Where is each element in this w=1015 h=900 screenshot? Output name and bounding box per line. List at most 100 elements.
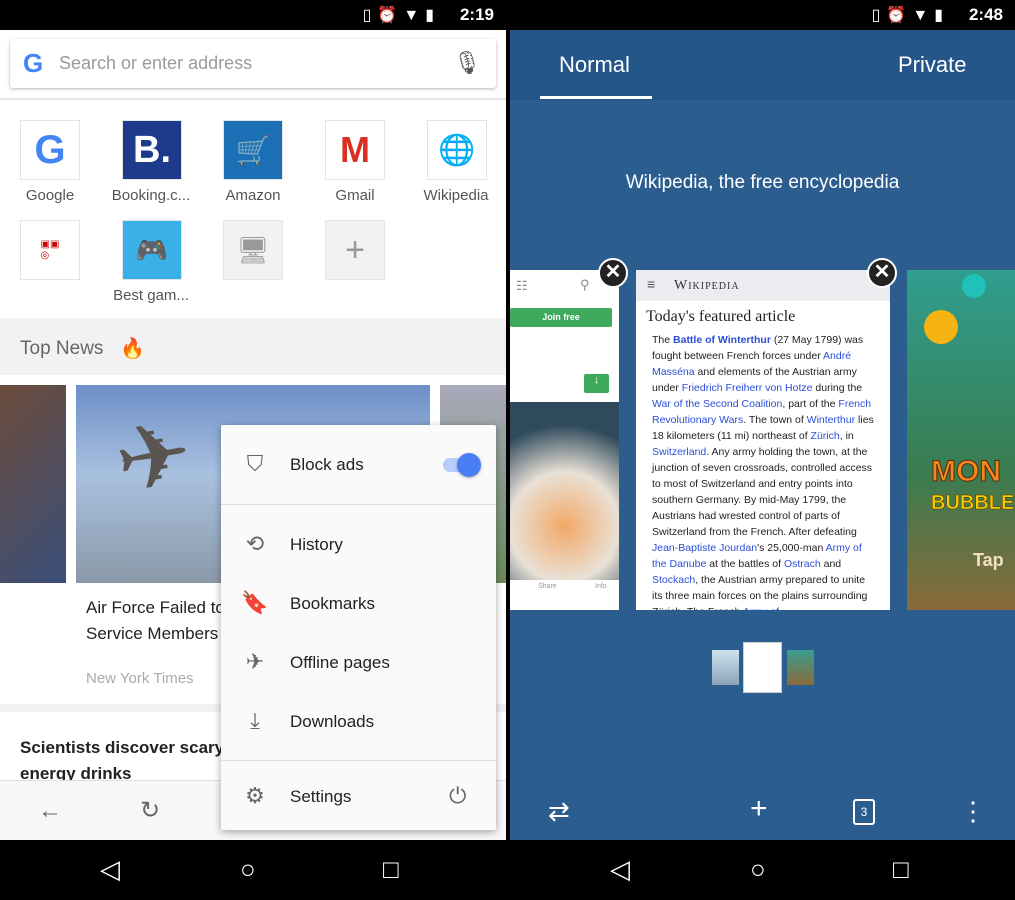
game-subtitle: BUBBLE bbox=[931, 492, 1015, 515]
shortcut-wikipedia[interactable]: 🌐 bbox=[427, 120, 487, 180]
share-label: Share bbox=[538, 583, 557, 590]
article-link[interactable]: Friedrich Freiherr von Hotze bbox=[682, 382, 813, 394]
right-screen: ▯⏰▼▮ 2:48 Normal Private Wikipedia, the … bbox=[510, 0, 1015, 900]
add-shortcut-button[interactable]: + bbox=[325, 220, 385, 280]
wikipedia-logo: Wikipedia bbox=[674, 278, 740, 293]
game-title: MON bbox=[931, 455, 1002, 489]
article-link[interactable]: Switzerland bbox=[652, 446, 706, 458]
menu-item-history[interactable]: ⟲ History bbox=[221, 525, 496, 565]
toggle-knob bbox=[457, 453, 481, 477]
menu-item-offline-pages[interactable]: ✈ Offline pages bbox=[221, 643, 496, 683]
article-link[interactable]: Battle of Winterthur bbox=[673, 334, 771, 346]
status-time: 2:19 bbox=[459, 5, 494, 24]
info-label: Info bbox=[595, 583, 607, 590]
switch-mode-icon[interactable]: ⇄ bbox=[548, 796, 570, 827]
bubble bbox=[924, 310, 958, 344]
shortcut-label: Booking.c... bbox=[111, 187, 191, 204]
shortcut-label: Google bbox=[25, 187, 75, 204]
tab-normal[interactable]: Normal bbox=[559, 52, 630, 78]
article-link[interactable]: Army of bbox=[743, 606, 779, 610]
menu-item-bookmarks[interactable]: 🔖 Bookmarks bbox=[221, 584, 496, 624]
article-link[interactable]: Zürich bbox=[811, 430, 840, 442]
featured-heading: Today's featured article bbox=[646, 308, 796, 325]
article-link[interactable]: Jean-Baptiste Jourdan bbox=[652, 542, 757, 554]
nav-recents-icon[interactable]: □ bbox=[383, 854, 399, 885]
shortcut-label: Best gam... bbox=[113, 287, 189, 304]
shortcut-gmail[interactable]: M bbox=[325, 120, 385, 180]
news-title[interactable]: Air Force Failed to Service Members bbox=[86, 595, 225, 647]
shortcut-amazon[interactable]: 🛒 bbox=[223, 120, 283, 180]
tab-private[interactable]: Private bbox=[898, 52, 966, 78]
desktop-mobile-icon[interactable]: 🖥 bbox=[223, 220, 283, 280]
tab-thumbnail-active[interactable] bbox=[743, 642, 782, 693]
nav-recents-icon[interactable]: □ bbox=[893, 854, 909, 885]
article-text: and bbox=[820, 558, 842, 570]
airplane-image: ✈ bbox=[107, 402, 200, 514]
shortcut-label: Amazon bbox=[225, 187, 281, 204]
menu-item-downloads[interactable]: ⤓ Downloads bbox=[221, 702, 496, 742]
list-icon: ☷ bbox=[516, 278, 528, 293]
gear-icon: ⚙ bbox=[245, 783, 265, 808]
more-options-icon[interactable]: ⋮ bbox=[960, 796, 986, 827]
news-image[interactable] bbox=[0, 385, 66, 583]
article-link[interactable]: Ostrach bbox=[784, 558, 821, 570]
tab-mode-header: Normal Private bbox=[510, 30, 1015, 100]
search-icon: ⚲ bbox=[580, 277, 590, 292]
article-link[interactable]: Winterthur bbox=[807, 414, 855, 426]
tab-count-button[interactable]: 3 bbox=[853, 799, 875, 825]
status-icons: ▯⏰▼▮ bbox=[871, 7, 949, 24]
tab-thumbnail[interactable] bbox=[787, 650, 814, 685]
tab-card[interactable]: ☷ ⚲ Join free ↓ Share Info bbox=[510, 270, 619, 610]
shortcut-google[interactable]: G bbox=[20, 120, 80, 180]
overflow-menu: ⛉ Block ads ⟲ History 🔖 Bookmarks ✈ Offline… bbox=[221, 425, 496, 830]
status-bar: ▯⏰▼▮ 2:19 bbox=[0, 0, 506, 30]
shortcut-booking[interactable]: B. bbox=[122, 120, 182, 180]
new-tab-icon[interactable]: + bbox=[750, 792, 768, 826]
tab-card-active[interactable]: ≡ Wikipedia Today's featured article The… bbox=[636, 270, 890, 610]
menu-item-settings[interactable]: ⚙ Settings ⏻ bbox=[221, 777, 496, 817]
article-text: . Any army holding the town, at the junc… bbox=[652, 446, 873, 538]
article-link[interactable]: War of the Second Coalition bbox=[652, 398, 782, 410]
divider bbox=[221, 504, 496, 505]
article-text: , part of the bbox=[782, 398, 839, 410]
divider bbox=[0, 98, 506, 100]
android-nav-bar: ◁ ○ □ bbox=[510, 840, 1015, 900]
shield-icon: ⛉ bbox=[246, 451, 264, 476]
join-free-button: Join free bbox=[510, 308, 612, 327]
microphone-icon[interactable]: 🎙 bbox=[453, 50, 481, 76]
food-image bbox=[510, 402, 619, 580]
nav-back-icon[interactable]: ◁ bbox=[100, 854, 120, 885]
nav-home-icon[interactable]: ○ bbox=[750, 854, 766, 885]
current-tab-title: Wikipedia, the free encyclopedia bbox=[625, 172, 900, 193]
tab-card[interactable]: MON BUBBLE Tap bbox=[907, 270, 1015, 610]
bookmark-icon: 🔖 bbox=[241, 590, 269, 615]
active-tab-indicator bbox=[540, 96, 652, 99]
menu-item-block-ads[interactable]: ⛉ Block ads bbox=[221, 445, 496, 485]
divider bbox=[221, 760, 496, 761]
power-icon[interactable]: ⏻ bbox=[449, 783, 466, 809]
shortcut-news-folder[interactable]: ▣▣ ◎ bbox=[20, 220, 80, 280]
close-tab-icon[interactable]: ✕ bbox=[867, 258, 897, 288]
news-source: New York Times bbox=[86, 670, 194, 687]
search-bar[interactable]: G Search or enter address 🎙 bbox=[10, 39, 496, 88]
shortcut-games[interactable]: 🎮 bbox=[122, 220, 182, 280]
android-nav-bar: ◁ ○ □ bbox=[0, 840, 506, 900]
article-link[interactable]: Stockach bbox=[652, 574, 695, 586]
featured-article-text: The Battle of Winterthur (27 May 1799) w… bbox=[636, 332, 890, 610]
shortcut-label: Wikipedia bbox=[423, 187, 489, 204]
reload-icon[interactable]: ↻ bbox=[140, 796, 160, 825]
nav-home-icon[interactable]: ○ bbox=[240, 854, 256, 885]
hamburger-icon: ≡ bbox=[647, 276, 656, 292]
article-text: The bbox=[652, 334, 674, 346]
back-icon[interactable]: ← bbox=[38, 797, 62, 825]
airplane-icon: ✈ bbox=[245, 649, 265, 674]
search-input[interactable]: Search or enter address bbox=[59, 53, 252, 74]
nav-back-icon[interactable]: ◁ bbox=[610, 854, 630, 885]
shortcut-label: Gmail bbox=[335, 187, 375, 204]
history-icon: ⟲ bbox=[245, 531, 265, 556]
tab-thumbnail[interactable] bbox=[712, 650, 739, 685]
close-tab-icon[interactable]: ✕ bbox=[598, 258, 628, 288]
status-icons: ▯⏰▼▮ bbox=[362, 7, 440, 24]
top-news-title: Top News bbox=[20, 338, 104, 359]
article-text: . The town of bbox=[743, 414, 807, 426]
